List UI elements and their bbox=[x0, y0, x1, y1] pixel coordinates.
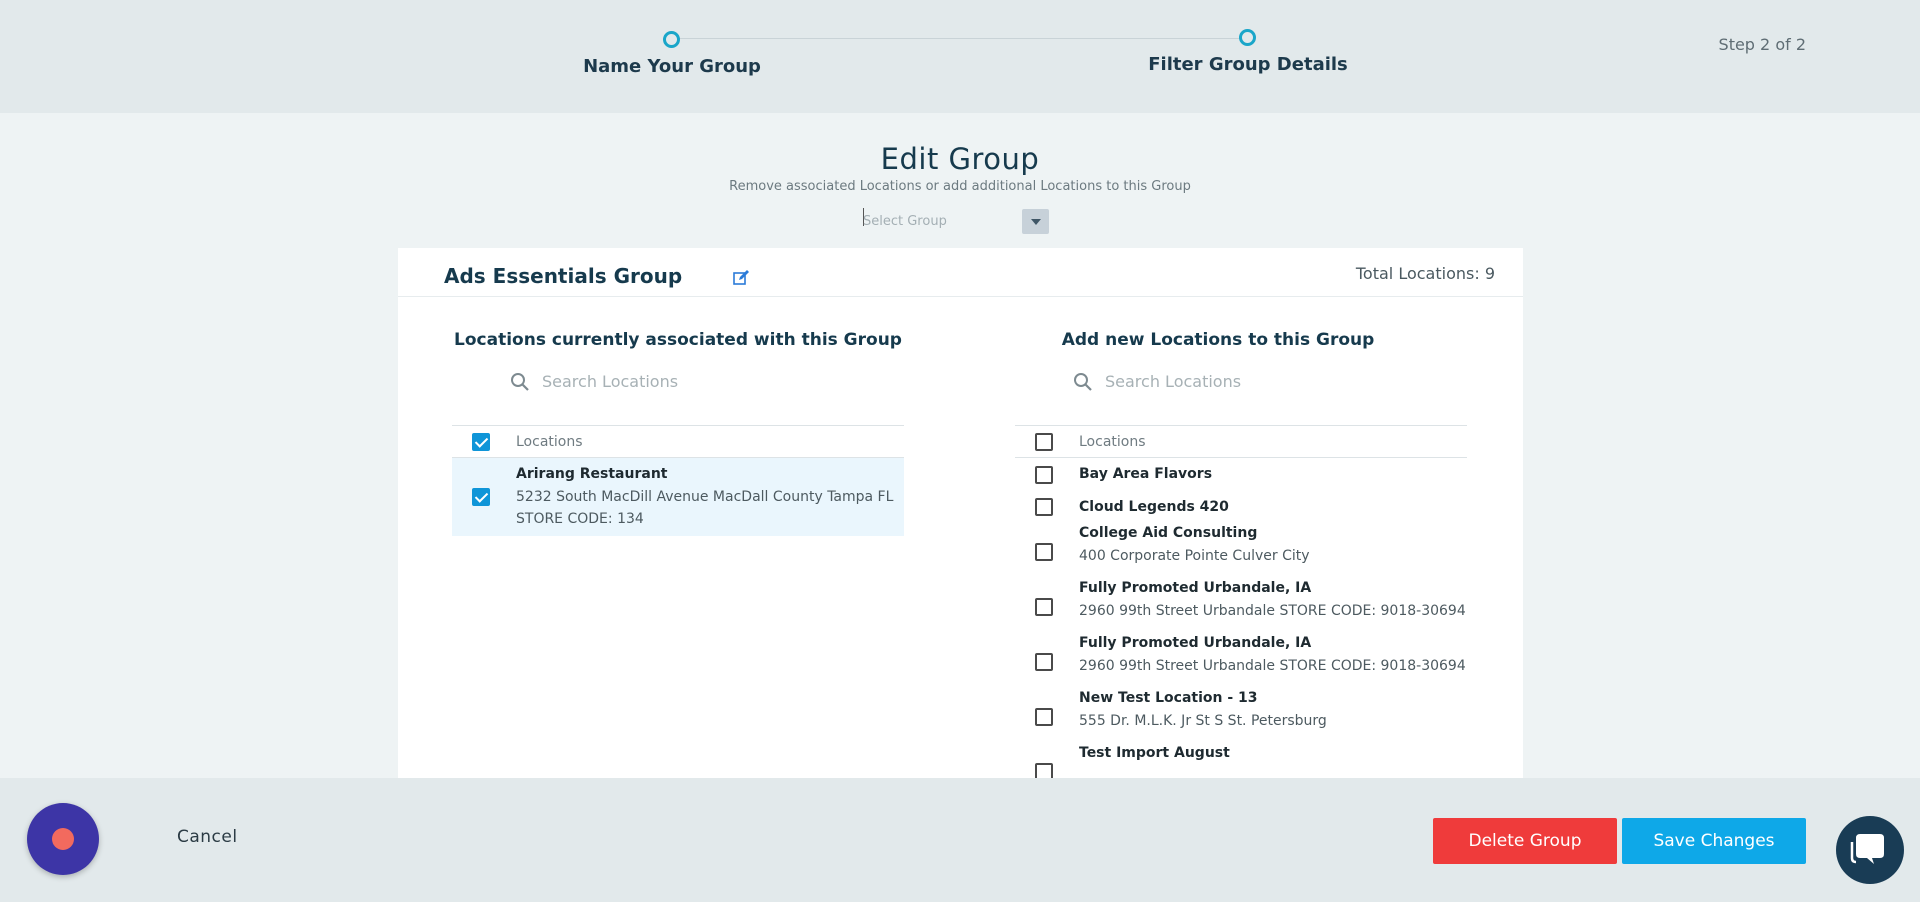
chat-launcher-button[interactable] bbox=[1836, 816, 1904, 884]
list-item[interactable]: Bay Area Flavors bbox=[1015, 458, 1467, 491]
step-2-indicator[interactable] bbox=[1239, 29, 1256, 46]
location-name: College Aid Consulting bbox=[1079, 525, 1258, 541]
select-group-toggle[interactable] bbox=[1022, 209, 1049, 234]
associated-list-header-label: Locations bbox=[516, 434, 583, 450]
available-search[interactable] bbox=[1073, 370, 1433, 398]
total-locations: Total Locations: 9 bbox=[1355, 264, 1495, 283]
location-checkbox[interactable] bbox=[1035, 498, 1053, 516]
save-changes-button[interactable]: Save Changes bbox=[1622, 818, 1806, 864]
delete-group-button[interactable]: Delete Group bbox=[1433, 818, 1617, 864]
list-item[interactable]: Arirang Restaurant 5232 South MacDill Av… bbox=[452, 458, 904, 536]
select-all-available-checkbox[interactable] bbox=[1035, 433, 1053, 451]
available-locations-list: Locations Bay Area Flavors Cloud Legends… bbox=[1015, 425, 1467, 778]
location-store-code: STORE CODE: 134 bbox=[516, 511, 644, 527]
search-icon bbox=[1074, 373, 1092, 391]
available-list-header-label: Locations bbox=[1079, 434, 1146, 450]
associated-search-input[interactable] bbox=[542, 372, 842, 391]
location-name: New Test Location - 13 bbox=[1079, 690, 1258, 706]
location-address: 2960 99th Street Urbandale STORE CODE: 9… bbox=[1079, 603, 1466, 619]
location-address: 555 Dr. M.L.K. Jr St S St. Petersburg bbox=[1079, 713, 1327, 729]
cancel-button[interactable]: Cancel bbox=[177, 827, 238, 847]
associated-search[interactable] bbox=[510, 370, 870, 398]
location-name: Test Import August bbox=[1079, 745, 1230, 761]
list-item[interactable]: Fully Promoted Urbandale, IA 2960 99th S… bbox=[1015, 579, 1467, 634]
list-item[interactable]: Fully Promoted Urbandale, IA 2960 99th S… bbox=[1015, 634, 1467, 689]
list-item[interactable]: College Aid Consulting 400 Corporate Poi… bbox=[1015, 524, 1467, 579]
step-2-label[interactable]: Filter Group Details bbox=[1128, 54, 1368, 75]
assistant-launcher-button[interactable] bbox=[27, 803, 99, 875]
page-title: Edit Group bbox=[880, 142, 1040, 176]
chat-icon bbox=[1850, 834, 1884, 864]
edit-icon[interactable] bbox=[732, 269, 750, 287]
location-checkbox[interactable] bbox=[1035, 653, 1053, 671]
list-item[interactable]: New Test Location - 13 555 Dr. M.L.K. Jr… bbox=[1015, 689, 1467, 744]
location-checkbox[interactable] bbox=[1035, 543, 1053, 561]
location-checkbox[interactable] bbox=[1035, 598, 1053, 616]
location-address: 5232 South MacDill Avenue MacDall County… bbox=[516, 489, 894, 505]
list-item[interactable]: Test Import August bbox=[1015, 744, 1467, 778]
assistant-dot-icon bbox=[52, 828, 74, 850]
location-checkbox[interactable] bbox=[1035, 763, 1053, 778]
step-count: Step 2 of 2 bbox=[1718, 35, 1806, 54]
step-1-label[interactable]: Name Your Group bbox=[572, 56, 772, 77]
location-name: Arirang Restaurant bbox=[516, 466, 668, 482]
chevron-down-icon bbox=[1030, 219, 1041, 225]
footer-bar: Cancel Delete Group Save Changes bbox=[0, 778, 1920, 902]
card-header: Ads Essentials Group Total Locations: 9 bbox=[398, 248, 1523, 297]
stepper-line bbox=[672, 38, 1248, 39]
search-icon bbox=[511, 373, 529, 391]
location-name: Cloud Legends 420 bbox=[1079, 499, 1229, 515]
select-group-placeholder: Select Group bbox=[863, 214, 947, 229]
location-checkbox[interactable] bbox=[472, 488, 490, 506]
associated-locations-list: Locations Arirang Restaurant 5232 South … bbox=[452, 425, 904, 536]
group-card: Ads Essentials Group Total Locations: 9 … bbox=[398, 248, 1523, 778]
location-checkbox[interactable] bbox=[1035, 466, 1053, 484]
step-1-indicator[interactable] bbox=[663, 31, 680, 48]
associated-locations-title: Locations currently associated with this… bbox=[454, 330, 902, 350]
group-name: Ads Essentials Group bbox=[444, 264, 683, 288]
available-search-input[interactable] bbox=[1105, 372, 1405, 391]
select-group-dropdown[interactable]: Select Group bbox=[861, 207, 1051, 237]
available-locations-title: Add new Locations to this Group bbox=[1061, 330, 1375, 350]
location-checkbox[interactable] bbox=[1035, 708, 1053, 726]
location-address: 400 Corporate Pointe Culver City bbox=[1079, 548, 1310, 564]
location-name: Fully Promoted Urbandale, IA bbox=[1079, 580, 1312, 596]
available-list-header: Locations bbox=[1015, 425, 1467, 458]
select-all-associated-checkbox[interactable] bbox=[472, 433, 490, 451]
page-subtitle: Remove associated Locations or add addit… bbox=[729, 179, 1191, 194]
location-name: Fully Promoted Urbandale, IA bbox=[1079, 635, 1312, 651]
location-address: 2960 99th Street Urbandale STORE CODE: 9… bbox=[1079, 658, 1466, 674]
associated-list-header: Locations bbox=[452, 425, 904, 458]
location-name: Bay Area Flavors bbox=[1079, 466, 1213, 482]
list-item[interactable]: Cloud Legends 420 bbox=[1015, 491, 1467, 524]
wizard-header: Name Your Group Filter Group Details Ste… bbox=[0, 0, 1920, 113]
